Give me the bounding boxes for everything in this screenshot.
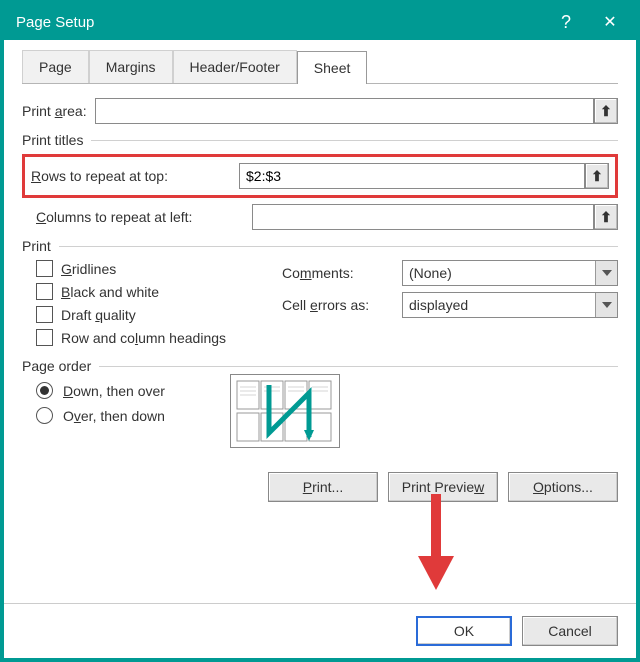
divider <box>59 246 618 247</box>
close-button[interactable]: ✕ <box>588 4 632 40</box>
divider <box>91 140 618 141</box>
help-button[interactable]: ? <box>544 4 588 40</box>
tab-margins[interactable]: Margins <box>89 50 173 83</box>
chevron-down-icon <box>595 261 617 285</box>
collapse-dialog-icon: ⬆ <box>600 103 612 120</box>
divider <box>99 366 618 367</box>
collapse-dialog-icon: ⬆ <box>591 168 603 185</box>
print-area-label: Print area: <box>22 103 87 119</box>
close-icon: ✕ <box>603 12 616 32</box>
comments-label: Comments: <box>282 265 402 281</box>
highlight-rows-repeat: Rows to repeat at top: ⬆ <box>22 154 618 198</box>
black-white-label: Black and white <box>61 284 159 300</box>
page-order-legend: Page order <box>22 358 91 374</box>
print-preview-button[interactable]: Print Preview <box>388 472 498 502</box>
row-col-headings-checkbox[interactable] <box>36 329 53 346</box>
cols-repeat-ref-button[interactable]: ⬆ <box>594 204 618 230</box>
rows-repeat-ref-button[interactable]: ⬆ <box>585 163 609 189</box>
draft-quality-checkbox[interactable] <box>36 306 53 323</box>
over-then-down-radio[interactable] <box>36 407 53 424</box>
black-white-checkbox[interactable] <box>36 283 53 300</box>
tab-strip: Page Margins Header/Footer Sheet <box>22 50 618 84</box>
down-then-over-label: Down, then over <box>63 383 165 399</box>
cell-errors-label: Cell errors as: <box>282 297 402 313</box>
page-setup-dialog: Page Setup ? ✕ Page Margins Header/Foote… <box>0 0 640 662</box>
tab-sheet[interactable]: Sheet <box>297 51 368 84</box>
cols-repeat-row: Columns to repeat at left: ⬆ <box>36 204 618 230</box>
rows-repeat-input[interactable] <box>239 163 585 189</box>
tab-header-footer[interactable]: Header/Footer <box>173 50 297 83</box>
comments-select[interactable]: (None) <box>402 260 618 286</box>
titlebar: Page Setup ? ✕ <box>4 4 636 40</box>
dialog-footer: OK Cancel <box>4 603 636 658</box>
help-icon: ? <box>561 12 571 33</box>
annotation-arrow-icon <box>418 494 454 594</box>
chevron-down-icon <box>595 293 617 317</box>
print-area-input[interactable] <box>95 98 594 124</box>
draft-quality-label: Draft quality <box>61 307 136 323</box>
down-then-over-radio[interactable] <box>36 382 53 399</box>
over-then-down-label: Over, then down <box>63 408 165 424</box>
page-order-illustration <box>230 374 340 448</box>
collapse-dialog-icon: ⬆ <box>600 209 612 226</box>
dialog-title: Page Setup <box>16 14 544 31</box>
print-area-row: Print area: ⬆ <box>22 98 618 124</box>
options-button[interactable]: Options... <box>508 472 618 502</box>
gridlines-label: Gridlines <box>61 261 116 277</box>
print-titles-legend: Print titles <box>22 132 83 148</box>
cols-repeat-label: Columns to repeat at left: <box>36 209 244 225</box>
cell-errors-select[interactable]: displayed <box>402 292 618 318</box>
rows-repeat-label: Rows to repeat at top: <box>31 168 231 184</box>
ok-button[interactable]: OK <box>416 616 512 646</box>
print-button[interactable]: Print... <box>268 472 378 502</box>
gridlines-checkbox[interactable] <box>36 260 53 277</box>
cancel-button[interactable]: Cancel <box>522 616 618 646</box>
row-col-headings-label: Row and column headings <box>61 330 226 346</box>
cols-repeat-input[interactable] <box>252 204 594 230</box>
print-area-ref-button[interactable]: ⬆ <box>594 98 618 124</box>
dialog-body: Page Margins Header/Footer Sheet Print a… <box>4 40 636 603</box>
print-legend: Print <box>22 238 51 254</box>
tab-page[interactable]: Page <box>22 50 89 83</box>
